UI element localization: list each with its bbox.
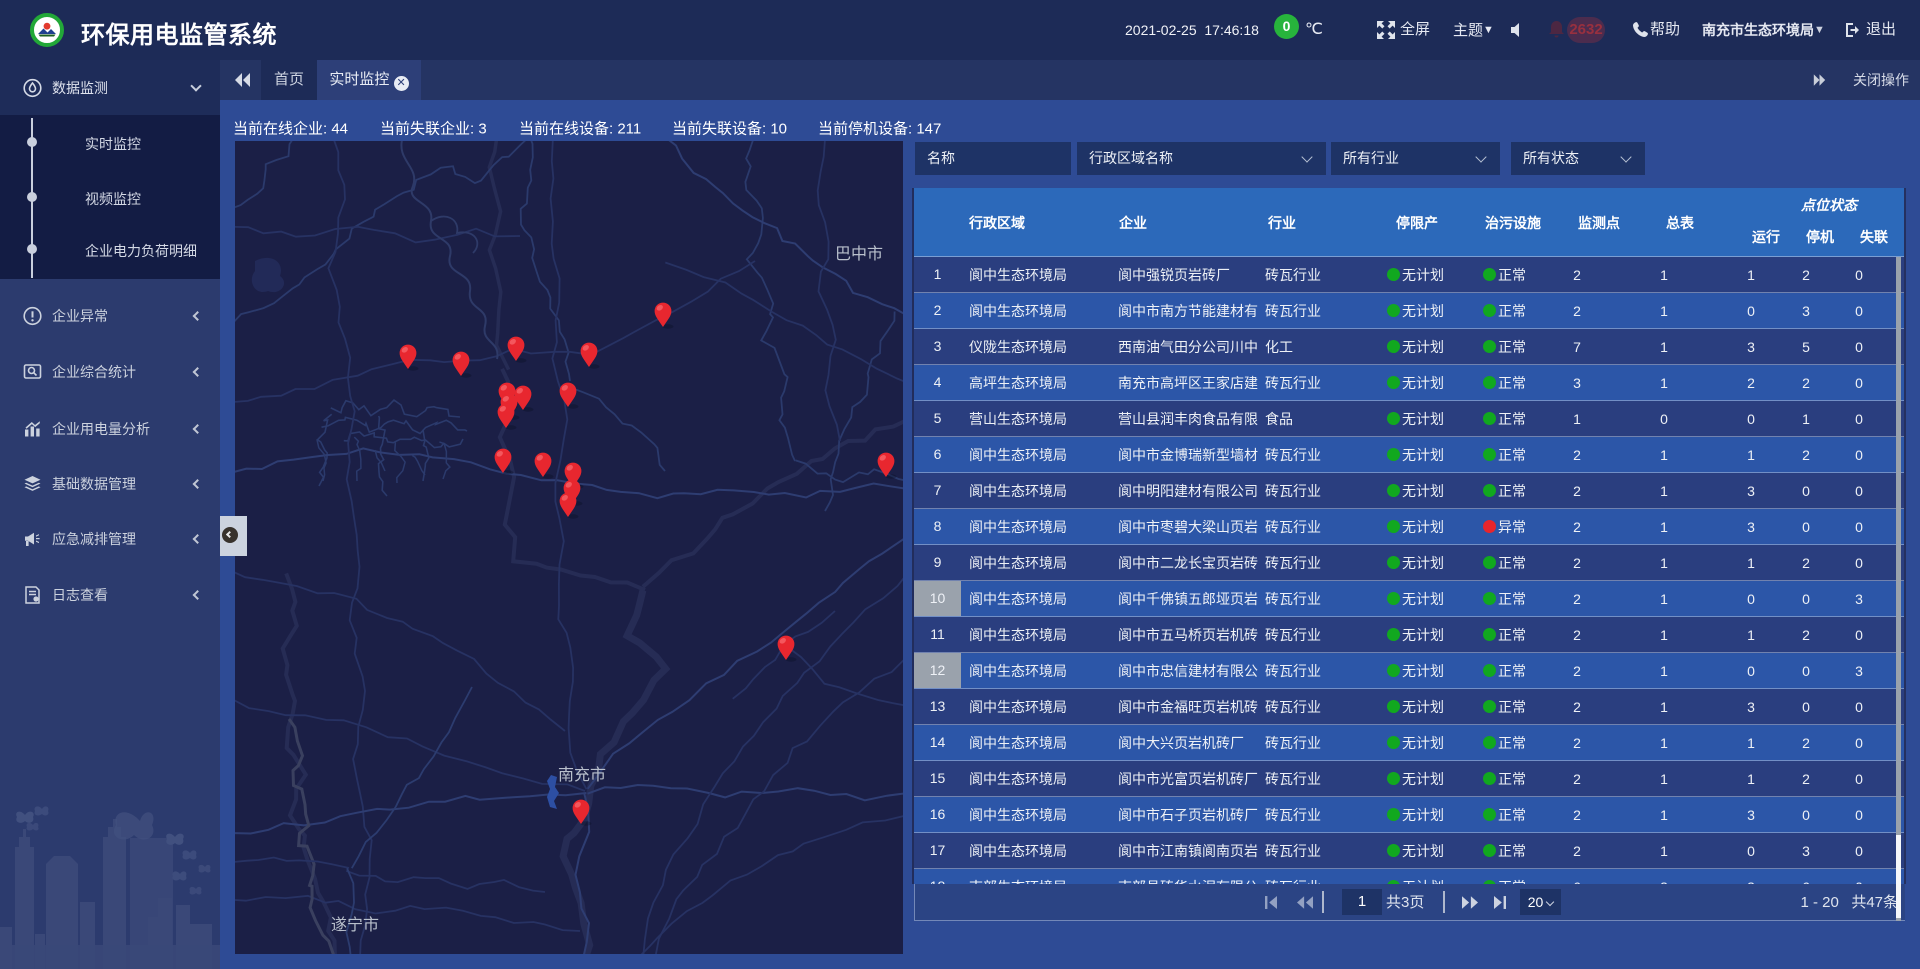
svg-text:遂宁市: 遂宁市 <box>331 916 379 934</box>
svg-text:南充市: 南充市 <box>558 766 606 784</box>
svg-text:巴中市: 巴中市 <box>835 245 883 263</box>
